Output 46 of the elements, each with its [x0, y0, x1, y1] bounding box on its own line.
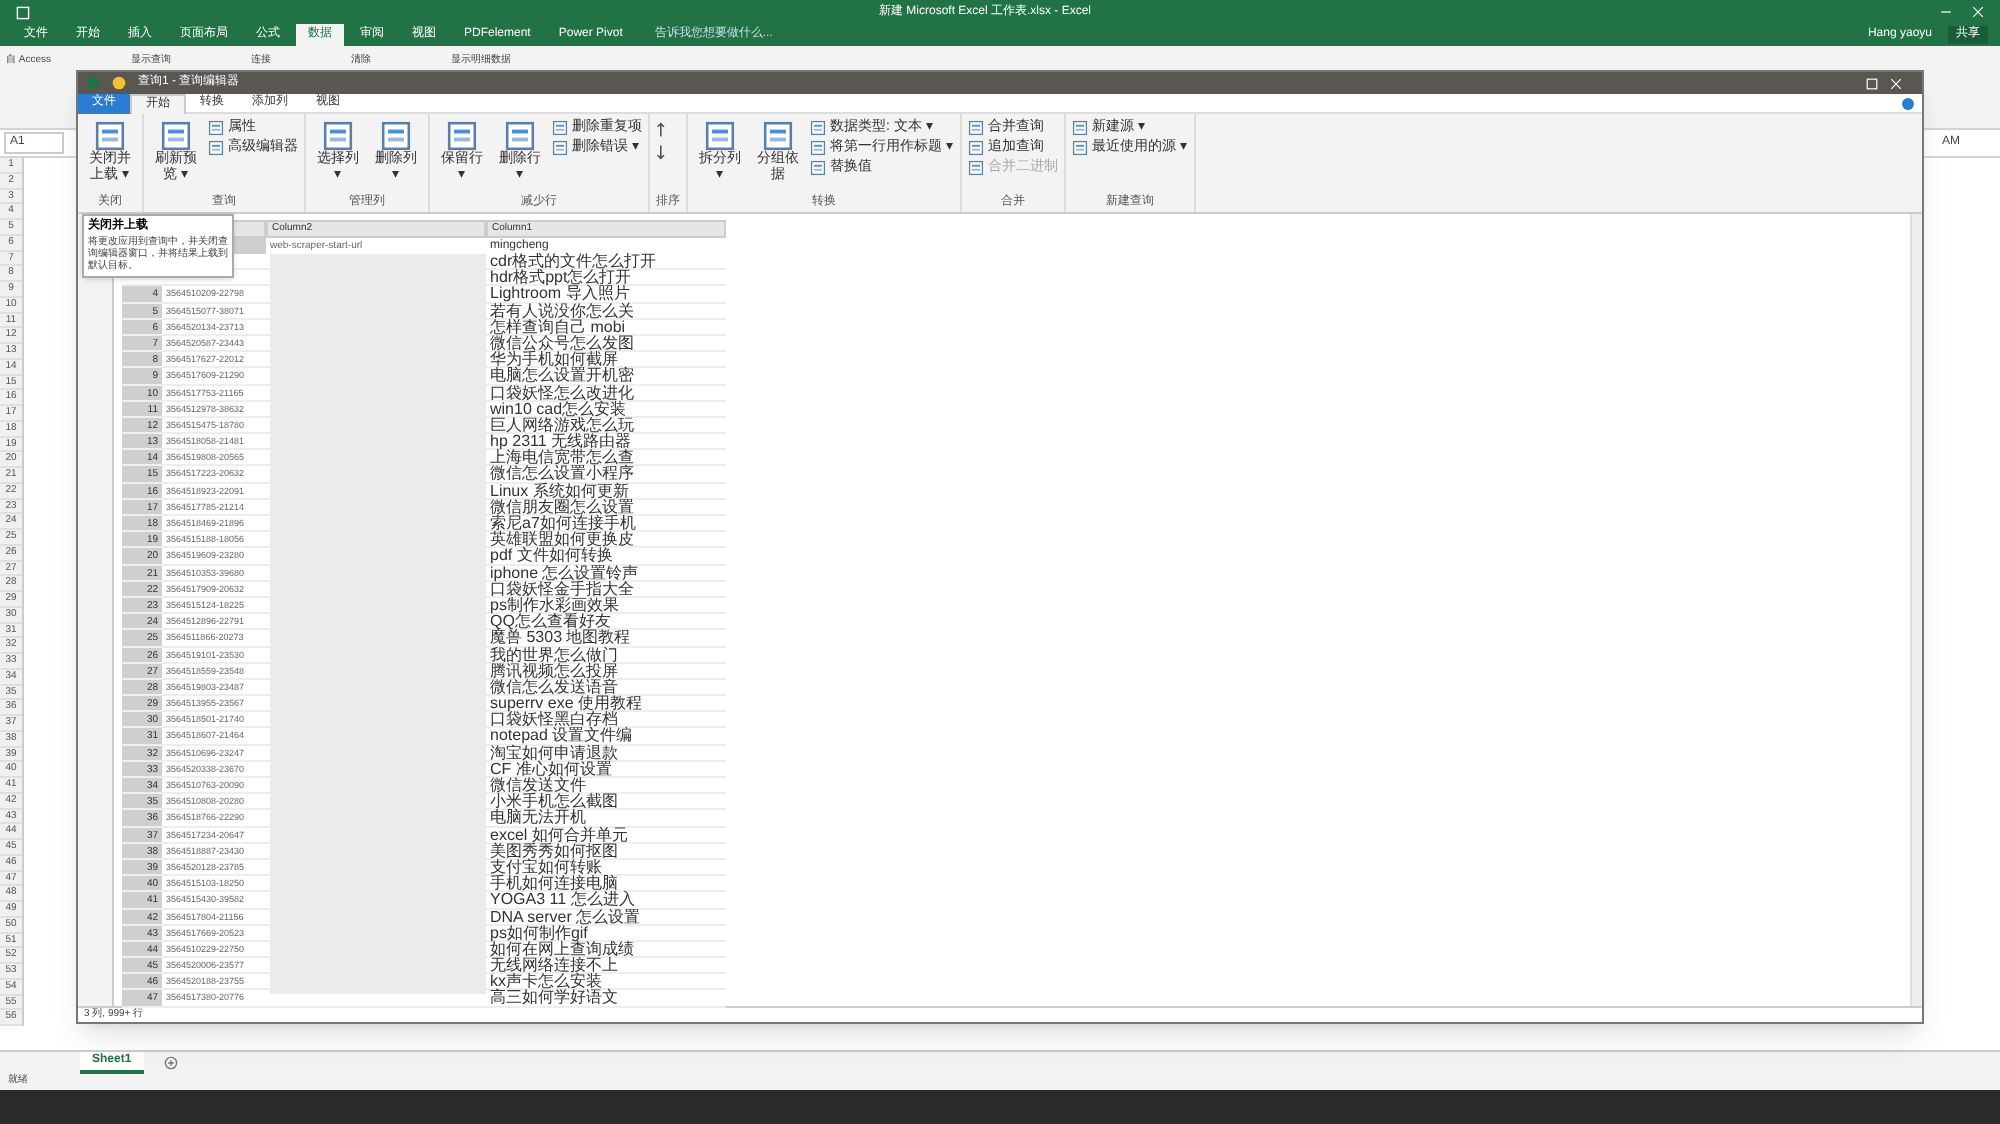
table-cell-text: 微信发送文件 — [488, 778, 586, 793]
table-cell-text: 电脑无法开机 — [488, 810, 586, 826]
table-cell-text: QQ怎么查看好友 — [488, 614, 611, 629]
table-cell-text: 腾讯视频怎么投屏 — [488, 663, 620, 678]
table-cell-text: 巨人网络游戏怎么玩 — [488, 417, 636, 433]
table-cell-text: 上海电信宽带怎么查 — [488, 450, 636, 465]
table-cell-text: YOGA3 11 怎么进入 — [488, 892, 637, 907]
table-cell-text: 美图秀秀如何抠图 — [488, 843, 618, 858]
table-cell-text: 魔兽 5303 地图教程 — [488, 630, 633, 645]
table-cell-text: 微信怎么设置小程序 — [488, 466, 636, 482]
table-cell-text: kx声卡怎么安装 — [488, 974, 602, 989]
table-cell-text: 口袋妖怪黑白存档 — [488, 712, 618, 727]
table-cell-text: 小米手机怎么截图 — [488, 794, 620, 809]
table-cell-text: 如何在网上查询成绩 — [488, 941, 636, 957]
table-cell-text: pdf 文件如何转换 — [488, 548, 613, 564]
table-cell-text: 我的世界怎么做门 — [488, 647, 620, 662]
table-cell-text: 英雄联盟如何更换皮 — [488, 532, 636, 547]
table-cell-text: 手机如何连接电脑 — [488, 876, 618, 891]
table-cell-text: 口袋妖怪金手指大全 — [488, 581, 634, 596]
table-cell-text: superrv exe 使用教程 — [488, 696, 645, 711]
table-cell-text: hp 2311 无线路由器 — [488, 434, 632, 449]
table-cell-text: 高三如何学好语文 — [488, 990, 620, 1006]
table-cell-text: 华为手机如何截屏 — [488, 352, 618, 367]
table-cell-text: DNA server 怎么设置 — [488, 909, 643, 924]
table-cell-text: 索尼a7如何连接手机 — [488, 516, 638, 531]
table-cell-text: excel 如何合并单元 — [488, 827, 630, 842]
table-cell-text: iphone 怎么设置铃声 — [488, 565, 641, 580]
table-cell-text: notepad 设置文件编 — [488, 728, 635, 744]
table-cell-text: 微信怎么发送语音 — [488, 679, 618, 695]
table-cell-text: 微信公众号怎么发图 — [488, 335, 636, 351]
table-cell-text: hdr格式ppt怎么打开 — [488, 270, 634, 285]
table-cell-text: Lightroom 导入照片 — [488, 286, 630, 302]
table-cell-text: 怎样查询自己 mobi — [488, 319, 626, 334]
table-cell-text: 电脑怎么设置开机密 — [488, 368, 636, 383]
table-cell-text: win10 cad怎么安装 — [488, 401, 627, 416]
table-cell-text: 无线网络连接不上 — [488, 958, 620, 973]
table-cell-text: 微信朋友圈怎么设置 — [488, 499, 634, 514]
table-cell-text: cdr格式的文件怎么打开 — [488, 254, 659, 269]
table-cell-text: ps制作水彩画效果 — [488, 597, 621, 613]
table-cell-text: 淘宝如何申请退款 — [488, 745, 620, 760]
table-cell-text: 若有人说没你怎么关 — [488, 303, 636, 318]
table-cell-text: 支付宝如何转账 — [488, 859, 602, 875]
table-cell-text: Linux 系统如何更新 — [488, 483, 629, 498]
table-cell-text: 口袋妖怪怎么改进化 — [488, 385, 636, 400]
table-cell-text: CF 准心如何设置 — [488, 761, 612, 776]
table-cell-text: ps如何制作gif — [488, 925, 588, 940]
